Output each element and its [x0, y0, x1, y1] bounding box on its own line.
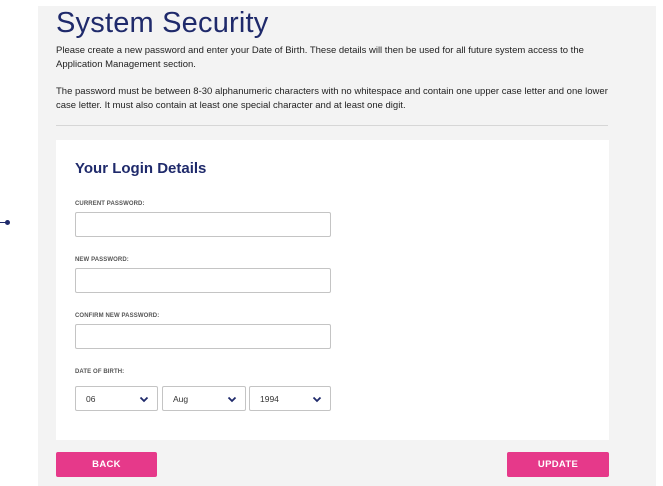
current-password-input[interactable]: [75, 212, 331, 237]
current-password-label: CURRENT PASSWORD:: [75, 201, 145, 207]
login-details-card: Your Login Details CURRENT PASSWORD: NEW…: [56, 140, 609, 440]
password-rules-text: The password must be between 8-30 alphan…: [56, 86, 608, 111]
new-password-input[interactable]: [75, 268, 331, 293]
confirm-password-input[interactable]: [75, 324, 331, 349]
dob-year-value: 1994: [260, 394, 279, 404]
dob-month-value: Aug: [173, 394, 189, 404]
update-button[interactable]: UPDATE: [507, 452, 609, 477]
card-title: Your Login Details: [75, 160, 207, 177]
chevron-down-icon: [312, 396, 322, 403]
dob-year-select[interactable]: 1994: [249, 386, 331, 411]
back-button[interactable]: BACK: [56, 452, 157, 477]
connector-dot-icon: [5, 220, 10, 225]
dob-label: DATE OF BIRTH:: [75, 369, 125, 375]
dob-day-select[interactable]: 06: [75, 386, 158, 411]
chevron-down-icon: [139, 396, 149, 403]
chevron-down-icon: [227, 396, 237, 403]
new-password-label: NEW PASSWORD:: [75, 257, 129, 263]
dob-month-select[interactable]: Aug: [162, 386, 246, 411]
divider: [56, 125, 608, 126]
intro-text: Please create a new password and enter y…: [56, 45, 584, 70]
dob-day-value: 06: [86, 394, 96, 404]
confirm-password-label: CONFIRM NEW PASSWORD:: [75, 313, 160, 319]
security-page: System Security Please create a new pass…: [38, 6, 656, 486]
page-title: System Security: [56, 7, 269, 39]
